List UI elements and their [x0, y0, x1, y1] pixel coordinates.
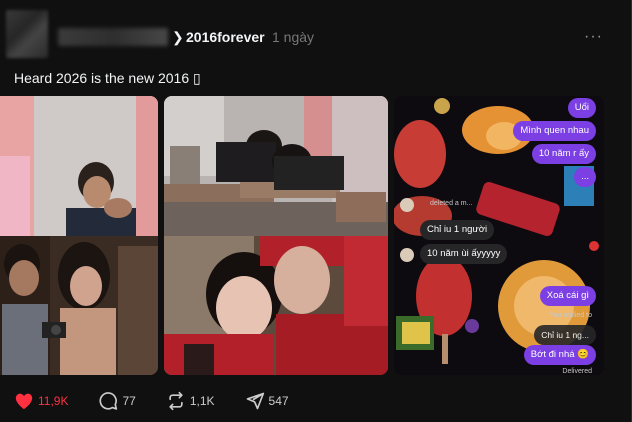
chat-bubble-sent: ...: [574, 167, 596, 187]
comment-count: 77: [122, 394, 136, 408]
photo-3-chat-screenshot[interactable]: Uổi Mình quen nhau 10 năm r ấy ... delet…: [394, 96, 604, 375]
share-button[interactable]: 547: [245, 391, 289, 411]
post-caption: Heard 2026 is the new 2016 ▯: [14, 70, 201, 86]
username[interactable]: 2016forever: [186, 29, 265, 45]
timestamp: 1 ngày: [272, 29, 315, 45]
post-actions: 11,9K 77 1,1K 547: [14, 390, 319, 412]
comment-icon: [99, 392, 118, 410]
avatar: [400, 248, 414, 262]
more-options-icon[interactable]: ···: [584, 28, 604, 46]
repost-count: 1,1K: [189, 394, 215, 408]
chat-bubble-received: 10 năm ùi ấyyyyy: [420, 244, 508, 264]
photo-2[interactable]: [164, 96, 388, 375]
photo-2-image: [164, 96, 388, 375]
replied-note: You replied to: [549, 312, 592, 319]
thread-post: ❯ 2016forever 1 ngày ··· Heard 2026 is t…: [0, 0, 632, 422]
photo-1[interactable]: [0, 96, 158, 375]
chat-bubble-sent: Bớt đi nhá 😊: [523, 345, 596, 365]
heart-icon: [15, 393, 33, 410]
photo-1-image: [0, 96, 158, 375]
send-icon: [246, 392, 264, 410]
share-count: 547: [268, 394, 289, 408]
like-button[interactable]: 11,9K: [14, 392, 68, 410]
chat-bubble-sent: 10 năm r ấy: [531, 144, 596, 164]
chat-bubble-received: Chỉ iu 1 người: [420, 220, 495, 240]
avatar[interactable]: [6, 10, 48, 58]
like-count: 11,9K: [38, 394, 69, 408]
chevron-right-icon: ❯: [172, 29, 184, 45]
comment-button[interactable]: 77: [98, 391, 136, 411]
quoted-message: Chỉ iu 1 ng...: [534, 325, 596, 345]
blurred-author-name: [58, 28, 168, 46]
repost-icon: [169, 391, 183, 411]
chat-bubble-sent: Uổi: [567, 98, 596, 118]
chat-bubble-sent: Xoá cái gì: [539, 286, 596, 306]
delivered-status: Delivered: [562, 368, 592, 375]
chat-bubble-sent: Mình quen nhau: [513, 121, 596, 141]
deleted-message-note: deleted a m...: [430, 200, 473, 207]
repost-button[interactable]: 1,1K: [166, 391, 215, 411]
avatar: [400, 198, 414, 212]
